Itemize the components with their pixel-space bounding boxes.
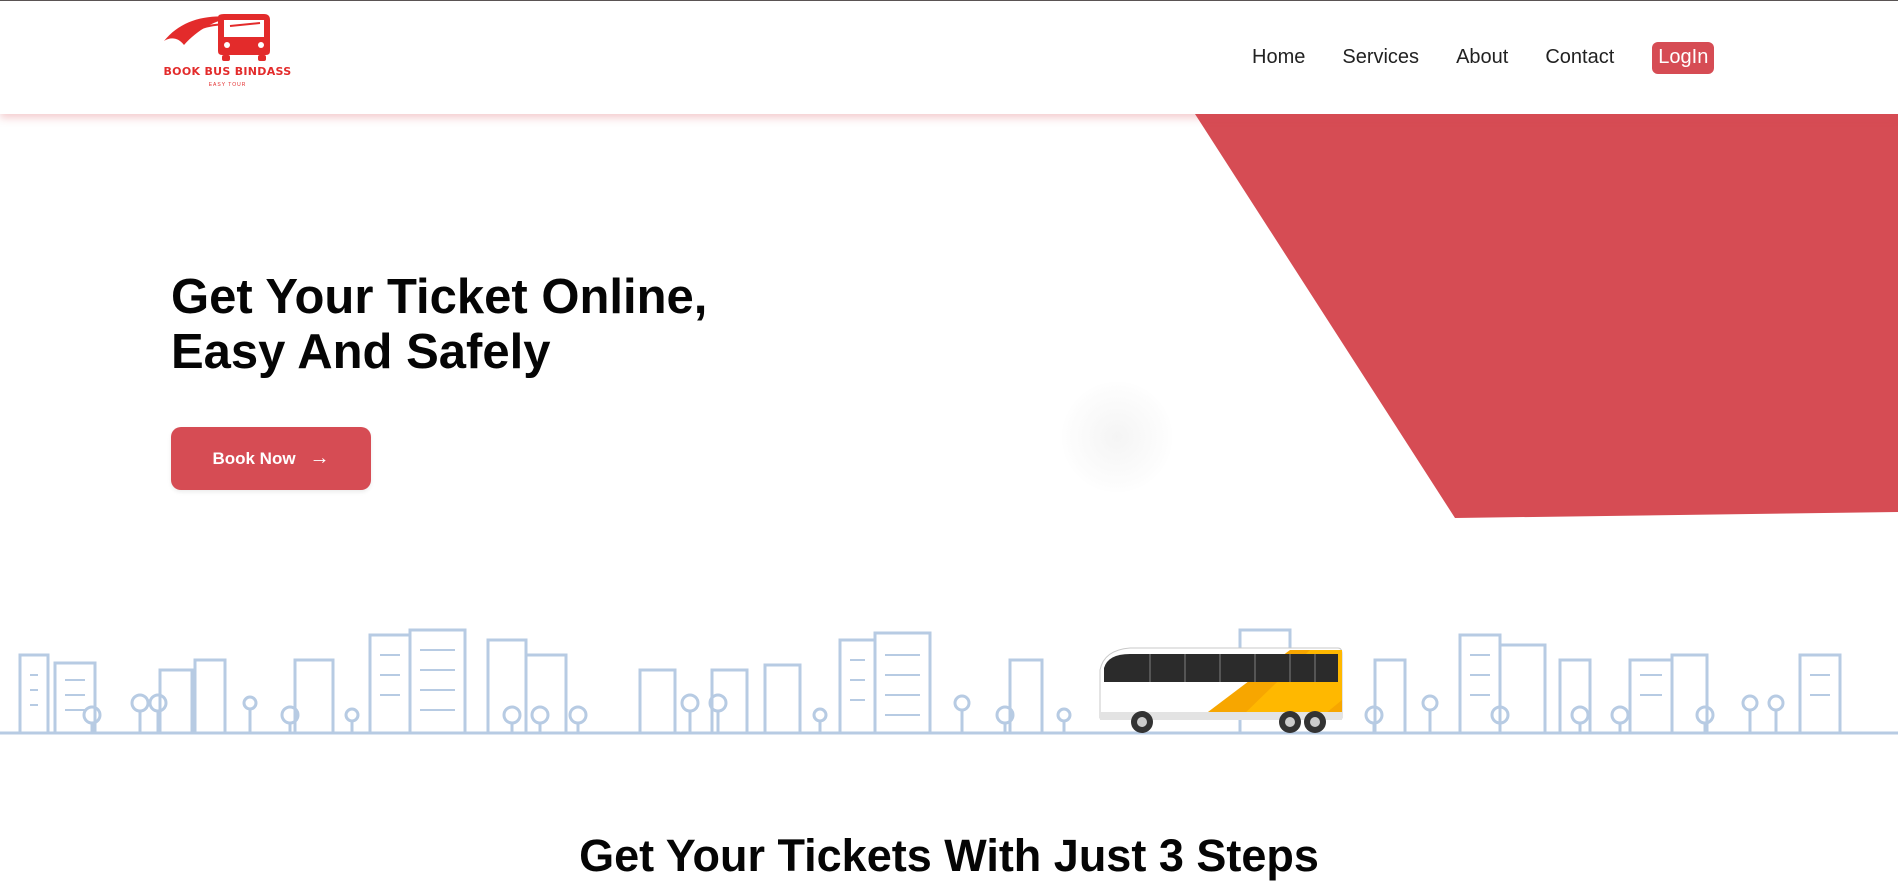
steps-heading: Get Your Tickets With Just 3 Steps	[579, 830, 1319, 881]
arrow-right-icon: →	[309, 447, 330, 469]
navbar: BOOK BUS BINDASS EASY TOUR Home Services…	[0, 1, 1898, 114]
nav-contact[interactable]: Contact	[1545, 46, 1614, 69]
brand-name: BOOK BUS BINDASS	[163, 65, 292, 78]
hero-heading-line1: Get Your Ticket Online,	[171, 270, 708, 324]
decorative-circle	[1062, 382, 1172, 492]
nav-about[interactable]: About	[1456, 46, 1508, 69]
nav-home[interactable]: Home	[1252, 46, 1305, 69]
login-button[interactable]: LogIn	[1652, 41, 1715, 74]
brand-tagline: EASY TOUR	[208, 82, 247, 88]
main-nav: Home Services About Contact LogIn	[1252, 1, 1715, 114]
bus-illustration	[1099, 647, 1343, 733]
book-now-button[interactable]: Book Now →	[171, 427, 371, 490]
hero-heading: Get Your Ticket Online, Easy And Safely	[171, 270, 707, 380]
bus-logo-icon	[164, 14, 270, 61]
nav-services[interactable]: Services	[1342, 46, 1419, 69]
book-now-label: Book Now	[212, 448, 296, 468]
city-skyline-illustration	[0, 628, 1898, 735]
hero-heading-line2: Easy And Safely	[171, 325, 551, 379]
brand-logo[interactable]: BOOK BUS BINDASS EASY TOUR	[160, 11, 295, 103]
